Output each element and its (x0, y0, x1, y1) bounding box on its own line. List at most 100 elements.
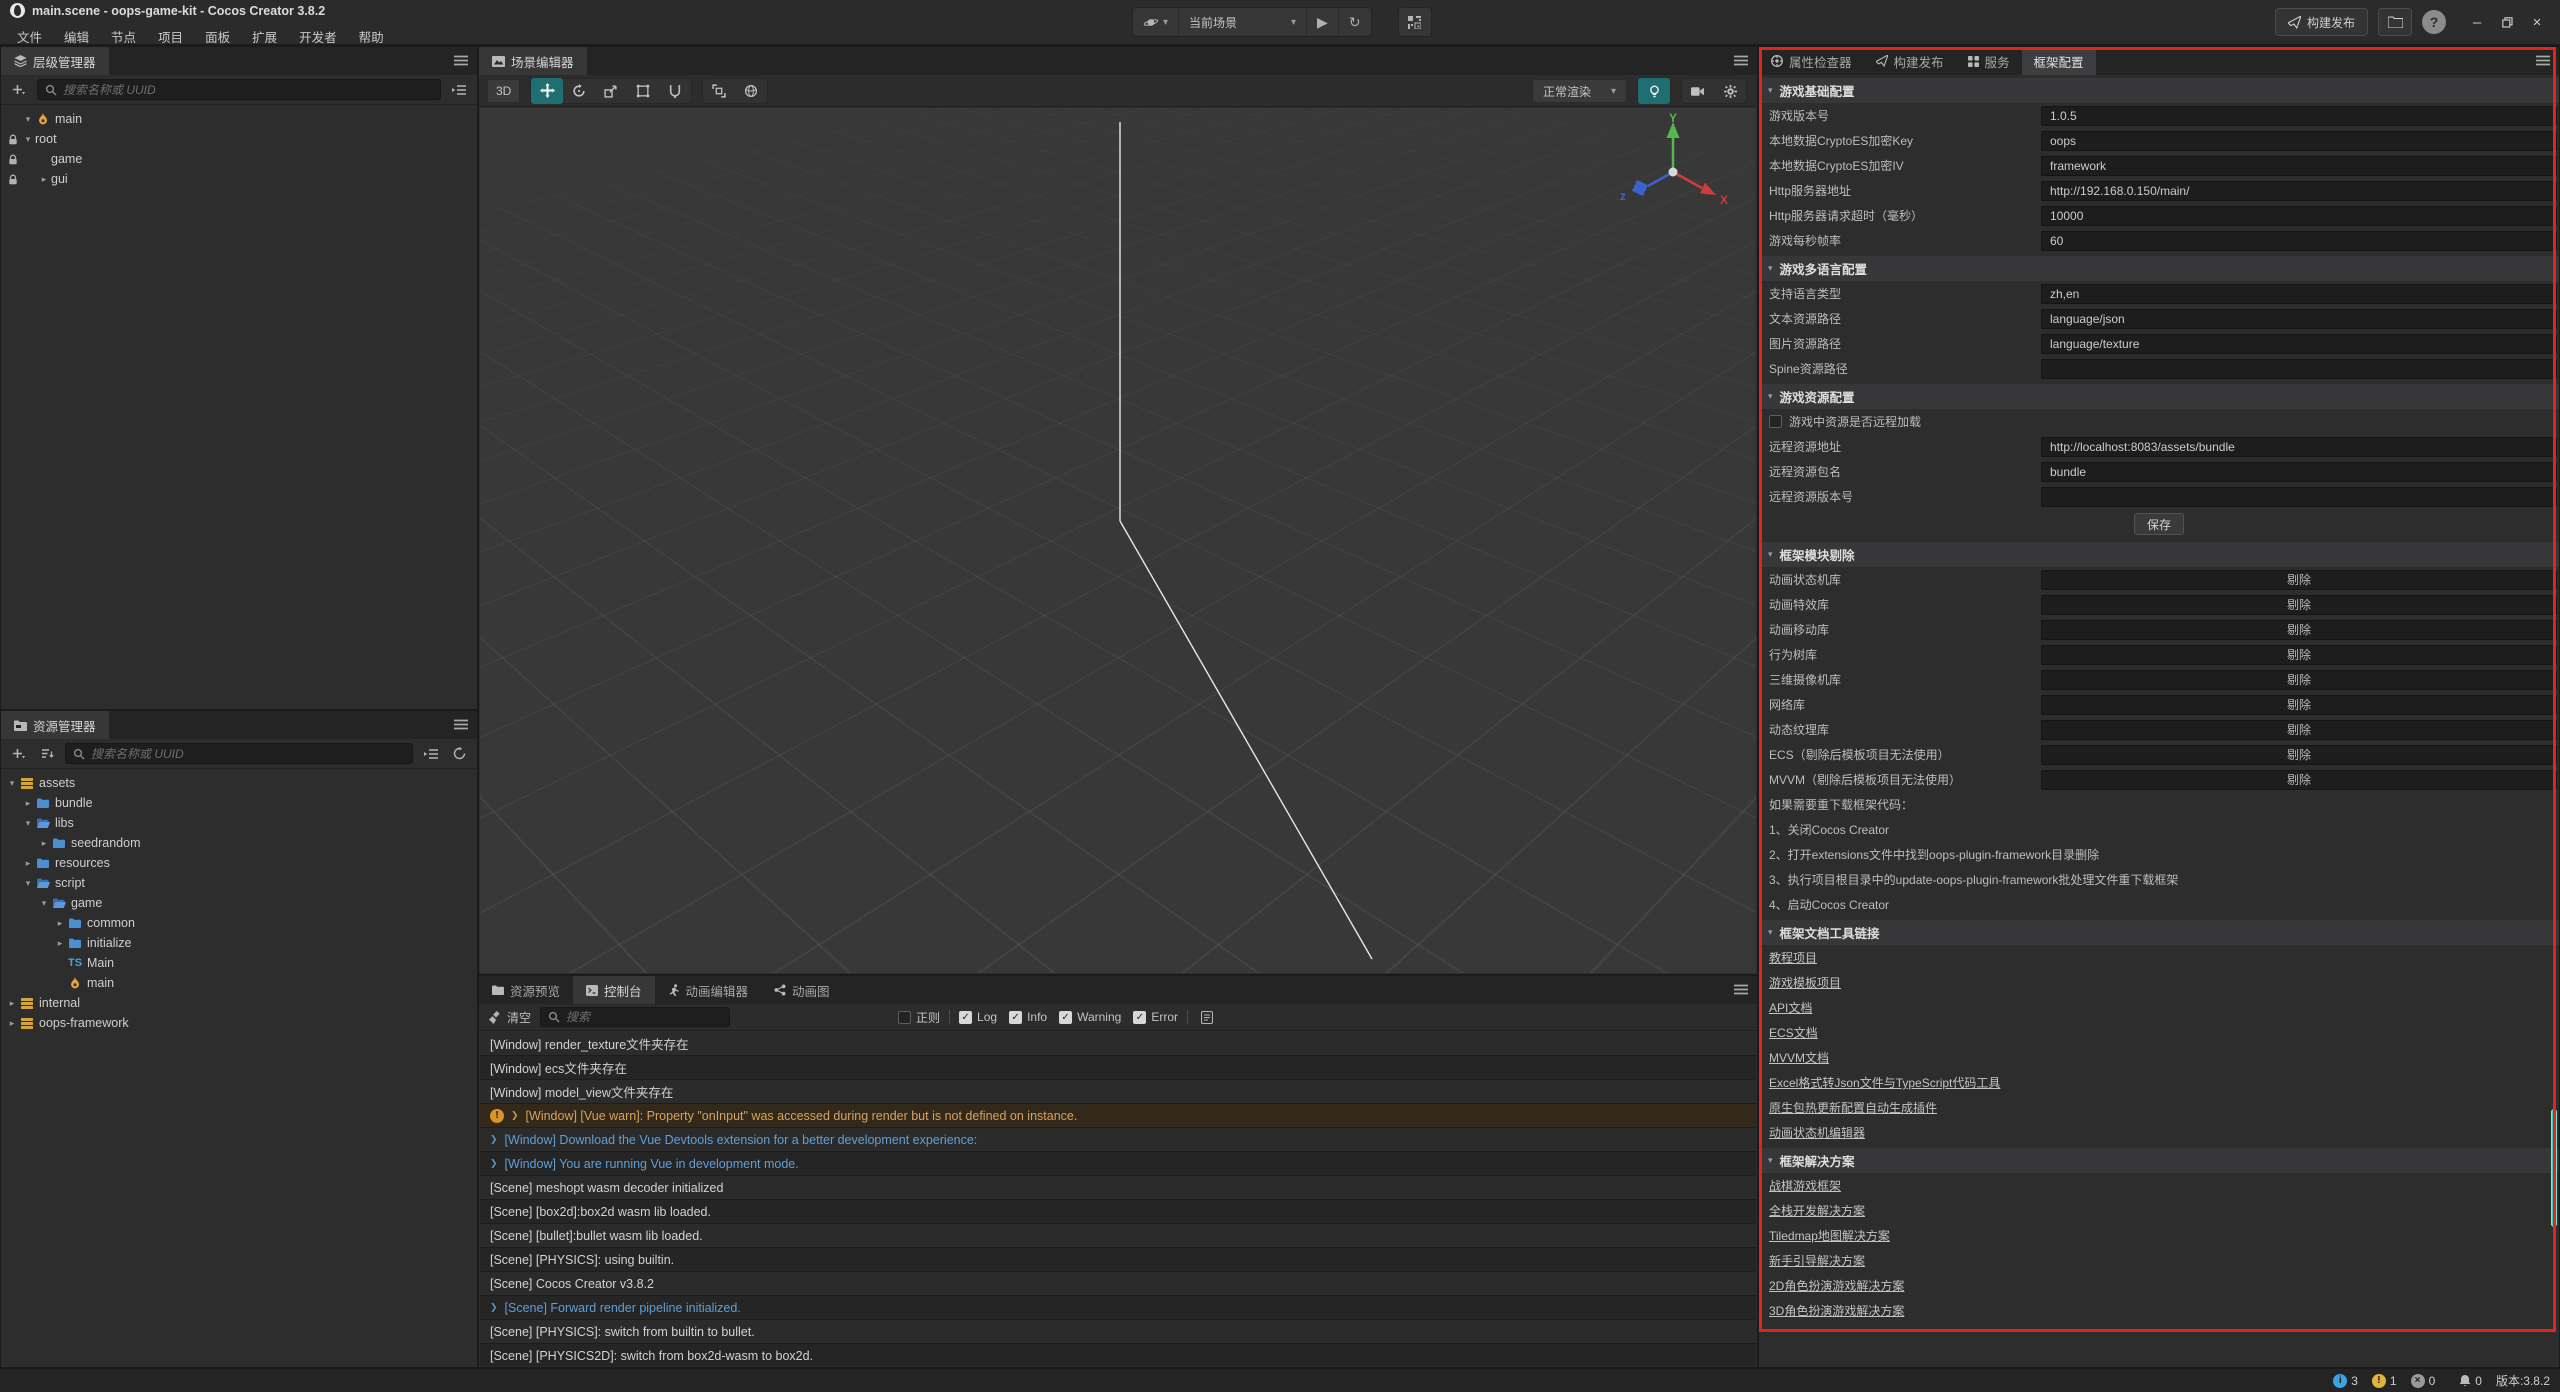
field-input[interactable] (2041, 309, 2557, 329)
link-Excel格式转Json文件与TypeScript代码工具[interactable]: Excel格式转Json文件与TypeScript代码工具 (1769, 1074, 2000, 1091)
link-新手引导解决方案[interactable]: 新手引导解决方案 (1769, 1252, 1865, 1269)
tree-node-game[interactable]: ▾game (1, 893, 477, 913)
field-input[interactable] (2041, 206, 2557, 226)
remote-load-checkbox[interactable]: 游戏中资源是否远程加载 (1759, 409, 2559, 434)
log-row[interactable]: [Window] ecs文件夹存在 (480, 1056, 1756, 1080)
log-row[interactable]: [Window] model_view文件夹存在 (480, 1080, 1756, 1104)
log-row[interactable]: [Scene] meshopt wasm decoder initialized (480, 1176, 1756, 1200)
link-原生包热更新配置自动生成插件[interactable]: 原生包热更新配置自动生成插件 (1769, 1099, 1937, 1116)
move-tool-button[interactable] (531, 78, 563, 104)
status-info-count[interactable]: i 3 (2333, 1374, 2358, 1388)
tab-scene[interactable]: 场景编辑器 (479, 47, 587, 75)
filter-icon[interactable] (421, 744, 441, 764)
remove-module-button[interactable]: 剔除 (2041, 645, 2557, 665)
panel-menu-icon[interactable] (1734, 984, 1748, 995)
section-框架文档工具链接[interactable]: ▾框架文档工具链接 (1759, 920, 2559, 945)
log-file-icon[interactable] (1197, 1007, 1217, 1027)
section-游戏多语言配置[interactable]: ▾游戏多语言配置 (1759, 256, 2559, 281)
tab-assets[interactable]: 资源管理器 (1, 711, 109, 739)
console-tab-动画图[interactable]: 动画图 (761, 976, 843, 1004)
remove-module-button[interactable]: 剔除 (2041, 745, 2557, 765)
refresh-icon[interactable] (449, 744, 469, 764)
field-input[interactable] (2041, 437, 2557, 457)
collapse-all-icon[interactable] (449, 80, 469, 100)
hierarchy-search[interactable] (37, 79, 441, 100)
remove-module-button[interactable]: 剔除 (2041, 595, 2557, 615)
open-project-folder-button[interactable] (2378, 8, 2412, 36)
link-MVVM文档[interactable]: MVVM文档 (1769, 1049, 1829, 1066)
inspector-tab-属性检查器[interactable]: 属性检查器 (1759, 47, 1864, 75)
scene-viewport[interactable]: Y X z (480, 108, 1756, 973)
rect-tool-button[interactable] (627, 78, 659, 104)
field-input[interactable] (2041, 487, 2557, 507)
chevron-down-icon[interactable]: ▾ (21, 818, 35, 829)
console-tab-动画编辑器[interactable]: 动画编辑器 (655, 976, 762, 1004)
remove-module-button[interactable]: 剔除 (2041, 570, 2557, 590)
inspector-tab-服务[interactable]: 服务 (1956, 47, 2022, 75)
remove-module-button[interactable]: 剔除 (2041, 770, 2557, 790)
field-input[interactable] (2041, 106, 2557, 126)
field-input[interactable] (2041, 181, 2557, 201)
tree-node-common[interactable]: ▸common (1, 913, 477, 933)
gizmo-space-button[interactable] (735, 78, 767, 104)
link-战棋游戏框架[interactable]: 战棋游戏框架 (1769, 1177, 1841, 1194)
inspector-tab-框架配置[interactable]: 框架配置 (2022, 47, 2096, 75)
tree-node-main[interactable]: ▾main (1, 109, 477, 129)
scene-selector[interactable]: 当前场景 ▾ (1179, 8, 1307, 36)
camera-settings-button[interactable] (1682, 78, 1714, 104)
log-row[interactable]: [Scene] [bullet]:bullet wasm lib loaded. (480, 1224, 1756, 1248)
link-教程项目[interactable]: 教程项目 (1769, 949, 1817, 966)
chevron-right-icon[interactable]: ▸ (37, 838, 51, 849)
section-框架模块剔除[interactable]: ▾框架模块剔除 (1759, 542, 2559, 567)
section-框架解决方案[interactable]: ▾框架解决方案 (1759, 1148, 2559, 1173)
preview-qr-button[interactable] (1398, 7, 1432, 37)
log-row[interactable]: [Scene] Cocos Creator v3.8.2 (480, 1272, 1756, 1296)
chevron-right-icon[interactable]: ▸ (37, 174, 51, 185)
tree-node-libs[interactable]: ▾libs (1, 813, 477, 833)
clear-console-button[interactable]: 清空 (489, 1009, 531, 1026)
chevron-right-icon[interactable]: ▸ (53, 938, 67, 949)
field-input[interactable] (2041, 231, 2557, 251)
log-row[interactable]: [Scene] [PHYSICS]: switch from builtin t… (480, 1320, 1756, 1344)
tree-node-root[interactable]: ▾root (1, 129, 477, 149)
tree-node-resources[interactable]: ▸resources (1, 853, 477, 873)
regex-checkbox[interactable]: 正则 (898, 1009, 940, 1026)
play-button[interactable]: ▶ (1307, 8, 1339, 36)
log-row[interactable]: [Scene] [PHYSICS]: using builtin. (480, 1248, 1756, 1272)
link-游戏模板项目[interactable]: 游戏模板项目 (1769, 974, 1841, 991)
expand-chevron-icon[interactable]: ❯ (490, 1134, 498, 1145)
help-button[interactable]: ? (2422, 10, 2446, 34)
field-input[interactable] (2041, 156, 2557, 176)
scale-tool-button[interactable] (595, 78, 627, 104)
chevron-right-icon[interactable]: ▸ (5, 998, 19, 1009)
chevron-right-icon[interactable]: ▸ (21, 798, 35, 809)
field-input[interactable] (2041, 284, 2557, 304)
close-button[interactable]: × (2522, 7, 2552, 37)
scene-settings-button[interactable] (1714, 78, 1746, 104)
console-search[interactable] (540, 1007, 730, 1027)
expand-chevron-icon[interactable]: ❯ (490, 1302, 498, 1313)
tree-node-oops-framework[interactable]: ▸oops-framework (1, 1013, 477, 1033)
field-input[interactable] (2041, 131, 2557, 151)
chevron-right-icon[interactable]: ▸ (53, 918, 67, 929)
console-search-input[interactable] (566, 1010, 722, 1024)
chevron-down-icon[interactable]: ▾ (21, 114, 35, 125)
log-row[interactable]: !❯[Window] [Vue warn]: Property "onInput… (480, 1104, 1756, 1128)
log-row[interactable]: [Scene] [PHYSICS2D]: switch from box2d-w… (480, 1344, 1756, 1366)
link-动画状态机编辑器[interactable]: 动画状态机编辑器 (1769, 1124, 1865, 1141)
reload-button[interactable]: ↻ (1339, 8, 1371, 36)
dimension-toggle-button[interactable]: 3D (487, 79, 520, 103)
status-error-count[interactable]: × 0 (2411, 1374, 2436, 1388)
assets-search[interactable] (65, 743, 413, 764)
remove-module-button[interactable]: 剔除 (2041, 720, 2557, 740)
tree-node-assets[interactable]: ▾assets (1, 773, 477, 793)
expand-chevron-icon[interactable]: ❯ (490, 1158, 498, 1169)
field-input[interactable] (2041, 462, 2557, 482)
status-notifications[interactable]: 0 (2459, 1374, 2482, 1388)
anchor-tool-button[interactable] (659, 78, 691, 104)
status-warning-count[interactable]: ! 1 (2372, 1374, 2397, 1388)
log-row[interactable]: ❯[Window] You are running Vue in develop… (480, 1152, 1756, 1176)
rotate-tool-button[interactable] (563, 78, 595, 104)
chevron-right-icon[interactable]: ▸ (21, 858, 35, 869)
scrollbar-thumb[interactable] (2551, 1109, 2557, 1227)
